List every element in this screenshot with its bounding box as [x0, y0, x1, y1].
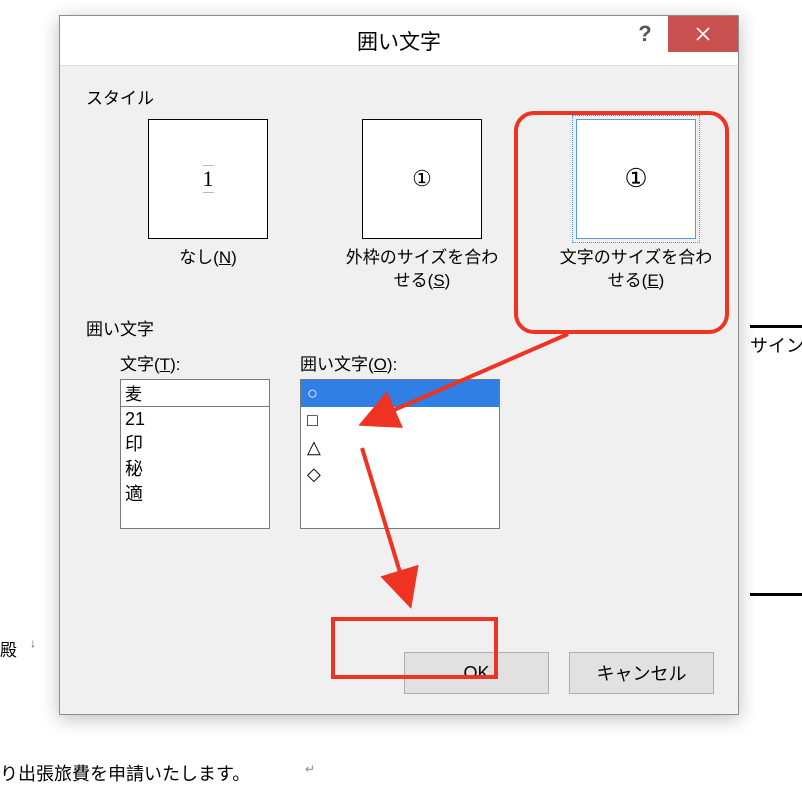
style-shrink[interactable]: ① 外枠のサイズを合わせる(S) — [344, 119, 500, 293]
style-enlarge[interactable]: ① 文字のサイズを合わせる(E) — [558, 119, 714, 293]
char-input[interactable] — [120, 379, 270, 407]
enclose-label: 囲い文字(O): — [300, 350, 500, 375]
char-list-item[interactable]: 適 — [121, 482, 269, 507]
style-section-label: スタイル — [86, 84, 714, 109]
doc-sign-cell: サイン — [750, 325, 802, 596]
char-column: 文字(T): 21 印 秘 適 — [120, 350, 270, 529]
linebreak-mark: ↓ — [30, 636, 36, 650]
enclose-section-label: 囲い文字 — [86, 315, 714, 340]
style-none-label: なし(N) — [179, 247, 237, 270]
style-enlarge-thumb: ① — [576, 119, 696, 239]
style-none[interactable]: 1 なし(N) — [130, 119, 286, 293]
dialog-title: 囲い文字 — [357, 26, 441, 56]
char-list-item[interactable]: 21 — [121, 407, 269, 432]
return-mark: ↵ — [305, 762, 315, 776]
enclose-dialog: 囲い文字 ? スタイル 1 なし(N) ① 外枠のサイズを合わせる(S) ① 文… — [59, 15, 739, 715]
style-shrink-thumb: ① — [362, 119, 482, 239]
dialog-body: スタイル 1 なし(N) ① 外枠のサイズを合わせる(S) ① 文字のサイズを合… — [60, 66, 738, 547]
enclose-list-item[interactable]: ○ — [301, 380, 499, 407]
char-list[interactable]: 21 印 秘 適 — [120, 407, 270, 529]
enclose-list-item[interactable]: □ — [301, 407, 499, 434]
enclose-list-item[interactable]: ◇ — [301, 461, 499, 488]
style-options: 1 なし(N) ① 外枠のサイズを合わせる(S) ① 文字のサイズを合わせる(E… — [130, 119, 714, 293]
help-button[interactable]: ? — [622, 16, 668, 52]
style-shrink-label: 外枠のサイズを合わせる(S) — [344, 247, 500, 293]
titlebar: 囲い文字 ? — [60, 16, 738, 66]
char-list-item[interactable]: 秘 — [121, 457, 269, 482]
enclose-list[interactable]: ○ □ △ ◇ — [300, 379, 500, 529]
enclose-column: 囲い文字(O): ○ □ △ ◇ — [300, 350, 500, 529]
doc-salutation: 殿 — [0, 636, 17, 661]
input-columns: 文字(T): 21 印 秘 適 囲い文字(O): ○ □ △ ◇ — [120, 350, 714, 529]
close-icon — [696, 27, 710, 41]
enclose-list-item[interactable]: △ — [301, 434, 499, 461]
dialog-buttons: OK キャンセル — [404, 652, 714, 694]
cancel-button[interactable]: キャンセル — [569, 652, 714, 694]
ok-button[interactable]: OK — [404, 652, 549, 694]
style-enlarge-label: 文字のサイズを合わせる(E) — [558, 247, 714, 293]
doc-sentence: り出張旅費を申請いたします。 — [0, 760, 250, 786]
close-button[interactable] — [668, 16, 738, 52]
char-list-item[interactable]: 印 — [121, 432, 269, 457]
style-none-thumb: 1 — [148, 119, 268, 239]
char-label: 文字(T): — [120, 350, 270, 375]
